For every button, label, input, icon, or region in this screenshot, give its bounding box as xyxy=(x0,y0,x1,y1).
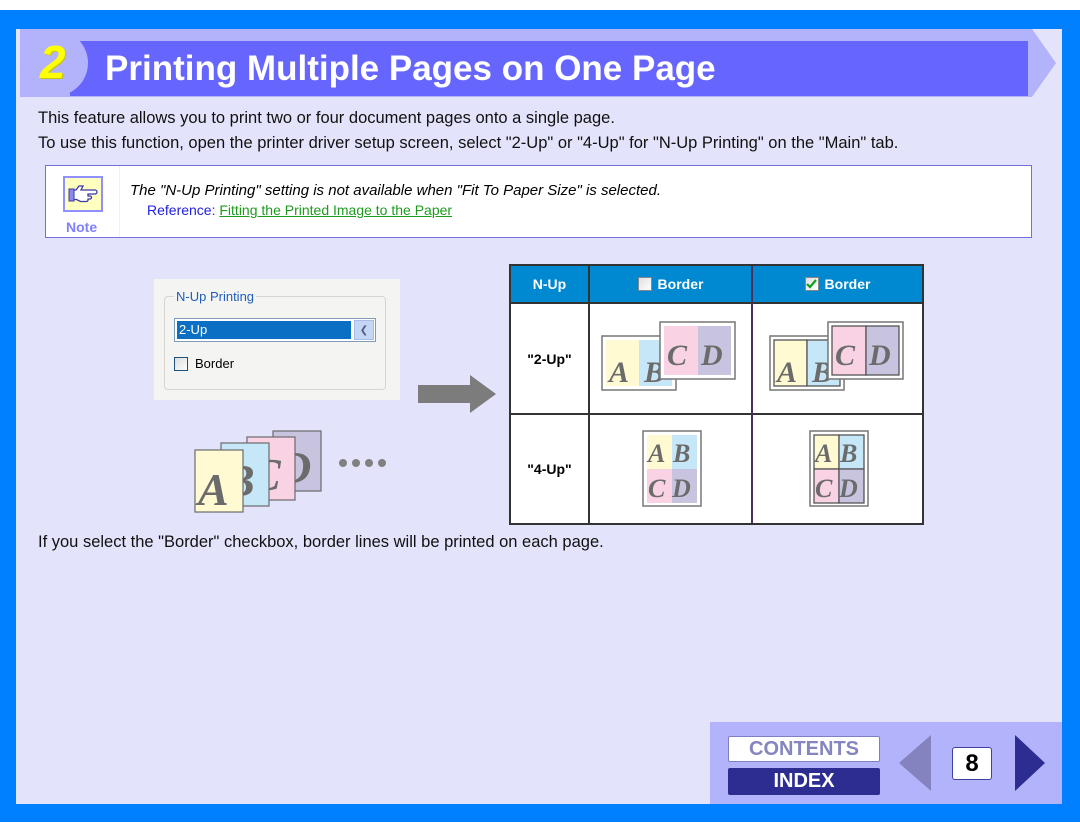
intro-line-1: This feature allows you to print two or … xyxy=(38,109,615,127)
ellipsis-dots-icon xyxy=(339,459,386,467)
table-divider xyxy=(588,266,590,523)
svg-text:D: D xyxy=(700,339,723,372)
nup-comparison-table: N-Up Border Border "2-Up" "4-Up" A B C D… xyxy=(509,264,924,525)
index-button[interactable]: INDEX xyxy=(728,768,880,795)
svg-text:D: D xyxy=(868,339,891,372)
svg-text:D: D xyxy=(671,474,691,503)
svg-text:B: B xyxy=(839,439,857,468)
table-header-border-on: Border xyxy=(753,266,922,302)
nup-select-value: 2-Up xyxy=(177,321,351,339)
row-label-2up: "2-Up" xyxy=(527,351,572,367)
nup-select[interactable]: 2-Up ❮ xyxy=(174,318,376,342)
border-checkbox-label: Border xyxy=(195,356,235,371)
note-divider xyxy=(119,166,120,237)
note-label: Note xyxy=(66,219,98,235)
table-divider xyxy=(511,302,922,304)
svg-text:C: C xyxy=(835,339,856,372)
stack-letter-a: A xyxy=(195,464,229,513)
row-label-4up: "4-Up" xyxy=(527,461,572,477)
svg-text:A: A xyxy=(813,439,832,468)
reference-prefix: Reference: xyxy=(147,202,220,218)
triangle-left-icon[interactable] xyxy=(899,735,931,791)
chevron-down-icon[interactable]: ❮ xyxy=(354,320,374,340)
checked-checkbox-icon xyxy=(804,277,819,291)
page-stack-illustration: D C B A xyxy=(194,430,322,513)
table-header-border-off: Border xyxy=(590,266,751,302)
page-title: Printing Multiple Pages on One Page xyxy=(105,49,716,88)
unchecked-checkbox-icon xyxy=(637,277,652,291)
svg-text:A: A xyxy=(646,439,665,468)
page-number: 8 xyxy=(952,747,992,780)
border-checkbox[interactable] xyxy=(174,357,188,371)
svg-text:C: C xyxy=(648,474,666,503)
svg-text:D: D xyxy=(838,474,858,503)
table-header-border-on-label: Border xyxy=(824,276,871,292)
table-header-border-off-label: Border xyxy=(657,276,704,292)
2up-border-illustration: A B C D xyxy=(769,321,904,391)
svg-text:A: A xyxy=(775,356,797,389)
4up-no-border-illustration: A B C D xyxy=(642,430,702,507)
table-divider xyxy=(751,266,753,523)
contents-button[interactable]: CONTENTS xyxy=(728,736,880,762)
svg-text:B: B xyxy=(672,439,690,468)
svg-text:A: A xyxy=(607,356,629,389)
section-number: 2 xyxy=(40,36,66,88)
nup-group-label: N-Up Printing xyxy=(174,289,257,304)
svg-text:C: C xyxy=(815,474,833,503)
arrow-right-icon xyxy=(418,375,496,413)
note-text: The "N-Up Printing" setting is not avail… xyxy=(130,182,661,199)
note-reference: Reference: Fitting the Printed Image to … xyxy=(147,202,452,218)
table-header-nup: N-Up xyxy=(511,266,588,302)
triangle-right-icon[interactable] xyxy=(1015,735,1045,791)
table-header-nup-label: N-Up xyxy=(532,276,567,292)
stack-page-a: A xyxy=(194,449,244,513)
intro-line-2: To use this function, open the printer d… xyxy=(38,134,899,152)
4up-border-illustration: A B C D xyxy=(809,430,869,507)
border-explanation: If you select the "Border" checkbox, bor… xyxy=(38,533,604,551)
table-divider xyxy=(511,413,922,415)
nup-group-box xyxy=(164,296,386,390)
2up-no-border-illustration: A B C D xyxy=(601,321,736,391)
reference-link[interactable]: Fitting the Printed Image to the Paper xyxy=(219,202,452,218)
pointing-hand-icon xyxy=(63,176,103,212)
svg-text:C: C xyxy=(667,339,688,372)
